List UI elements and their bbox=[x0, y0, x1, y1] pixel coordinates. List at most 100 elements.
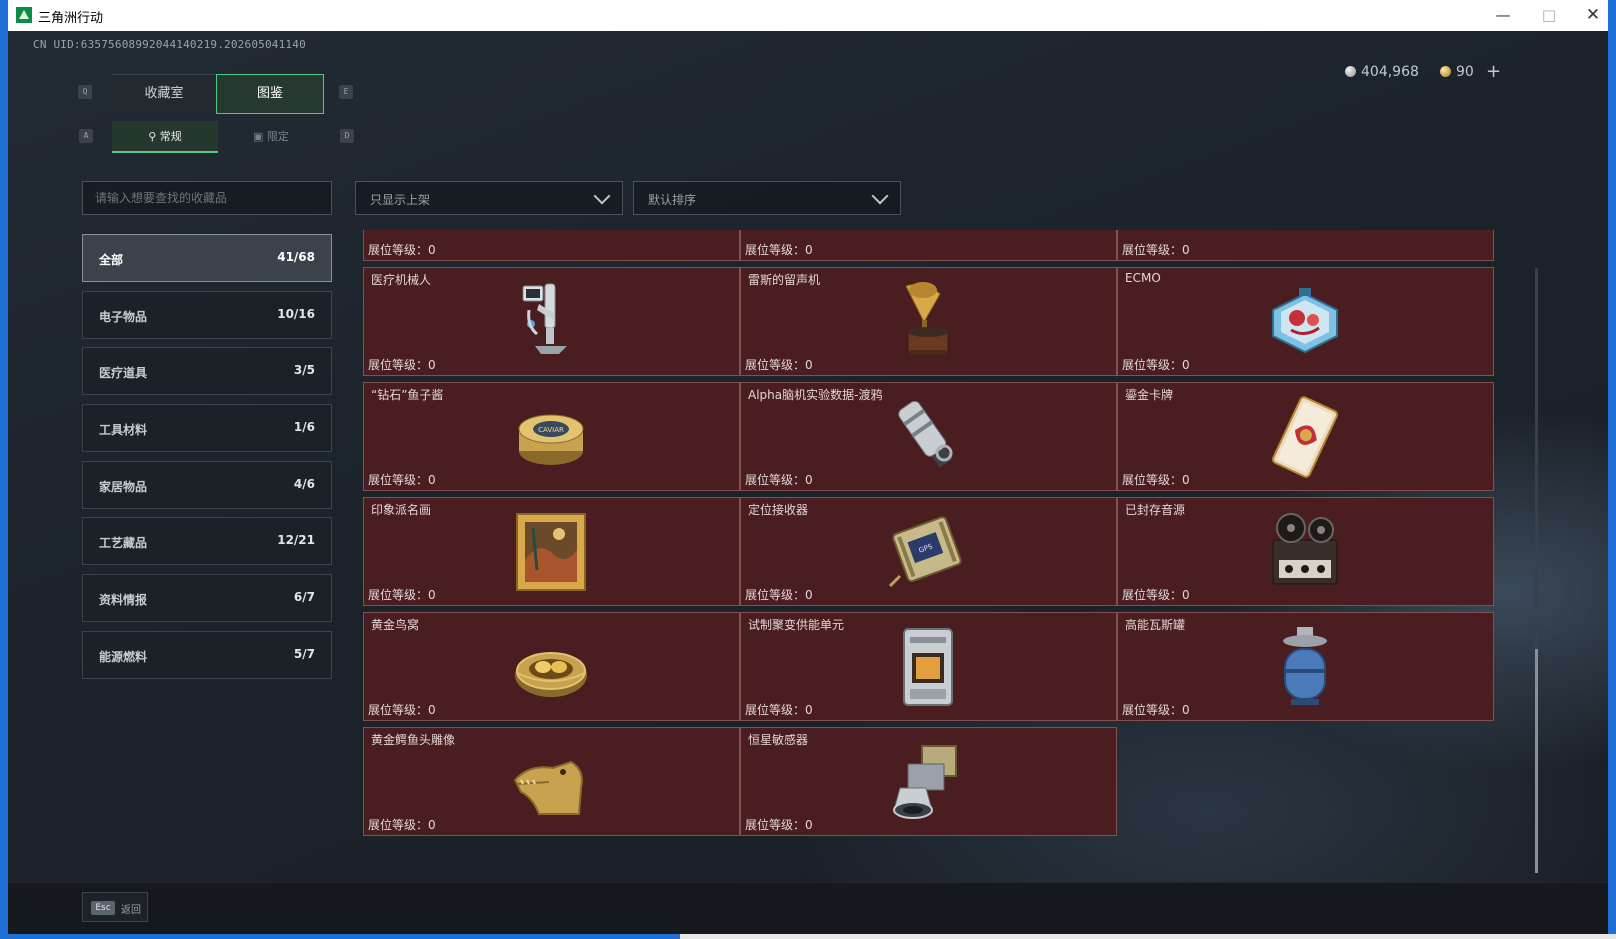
collection-card[interactable]: 展位等级：0 bbox=[1117, 230, 1494, 261]
back-label: 返回 bbox=[121, 905, 141, 916]
category-count: 1/6 bbox=[293, 420, 315, 434]
category-item[interactable]: 家居物品 4/6 bbox=[82, 461, 332, 509]
booth-level: 展位等级：0 bbox=[745, 358, 813, 372]
star-sensor-icon bbox=[886, 740, 970, 824]
category-name: 医疗道具 bbox=[99, 366, 148, 380]
gold-currency: 90 bbox=[1440, 64, 1474, 80]
key-hint-q: Q bbox=[78, 85, 92, 99]
subtab-normal[interactable]: ⚲ 常规 bbox=[112, 121, 218, 153]
limited-icon: ▣ bbox=[253, 130, 267, 143]
taskbar-strip bbox=[0, 934, 1616, 939]
maximize-button[interactable]: □ bbox=[1526, 0, 1572, 31]
shelf-filter-dropdown[interactable]: 只显示上架 bbox=[355, 181, 623, 215]
category-item[interactable]: 工艺藏品 12/21 bbox=[82, 517, 332, 565]
collection-screen: CN UID:635756089920441402​19.20260504114… bbox=[8, 31, 1608, 934]
silver-coin-icon bbox=[1345, 66, 1356, 77]
collection-card[interactable]: 医疗机械人 展位等级：0 bbox=[363, 267, 740, 376]
category-item[interactable]: 工具材料 1/6 bbox=[82, 404, 332, 452]
collection-card[interactable]: 黄金鳄鱼头雕像 展位等级：0 bbox=[363, 727, 740, 836]
booth-level: 展位等级：0 bbox=[368, 243, 436, 257]
gps-receiver-icon: GPS bbox=[886, 510, 970, 594]
gold-amount: 90 bbox=[1456, 64, 1474, 80]
category-count: 3/5 bbox=[293, 363, 315, 377]
category-count: 5/7 bbox=[293, 647, 315, 661]
partial-item-icon bbox=[1263, 230, 1347, 249]
category-item[interactable]: 医疗道具 3/5 bbox=[82, 347, 332, 395]
gramophone-icon bbox=[886, 280, 970, 364]
collection-card[interactable]: 雷斯的留声机 展位等级：0 bbox=[740, 267, 1117, 376]
category-name: 工艺藏品 bbox=[99, 536, 148, 550]
item-name: ECMO bbox=[1125, 271, 1161, 285]
minimize-button[interactable]: — bbox=[1480, 0, 1526, 31]
ecmo-icon bbox=[1263, 280, 1347, 364]
collection-card[interactable]: ECMO 展位等级：0 bbox=[1117, 267, 1494, 376]
collection-grid: 展位等级：0 展位等级：0 展位等级：0 医疗机械人 展位等级：0 雷斯的留声机 展位等级：… bbox=[363, 230, 1503, 879]
booth-level: 展位等级：0 bbox=[745, 243, 813, 257]
item-name: 黄金鸟窝 bbox=[371, 618, 420, 632]
tab-catalog[interactable]: 图鉴 bbox=[216, 74, 324, 114]
booth-level: 展位等级：0 bbox=[1122, 588, 1190, 602]
close-button[interactable]: ✕ bbox=[1570, 0, 1608, 31]
search-input[interactable] bbox=[82, 181, 332, 215]
collection-card[interactable]: 鎏金卡牌 展位等级：0 bbox=[1117, 382, 1494, 491]
category-name: 电子物品 bbox=[99, 310, 148, 324]
category-item[interactable]: 资料情报 6/7 bbox=[82, 574, 332, 622]
chevron-down-icon bbox=[871, 187, 889, 205]
booth-level: 展位等级：0 bbox=[368, 473, 436, 487]
tape-recorder-icon bbox=[1263, 510, 1347, 594]
croc-statue-icon bbox=[509, 740, 593, 824]
data-drive-icon bbox=[886, 395, 970, 479]
subtab-limited[interactable]: ▣ 限定 bbox=[218, 121, 324, 153]
key-hint-d: D bbox=[340, 129, 354, 143]
category-count: 10/16 bbox=[277, 307, 315, 321]
collection-card[interactable]: 恒星敏感器 展位等级：0 bbox=[740, 727, 1117, 836]
category-count: 12/21 bbox=[277, 533, 315, 547]
collection-card[interactable]: “钻石”鱼子酱 CAVIAR 展位等级：0 bbox=[363, 382, 740, 491]
back-button[interactable]: Esc 返回 bbox=[82, 892, 148, 922]
collection-card[interactable]: 印象派名画 展位等级：0 bbox=[363, 497, 740, 606]
shelf-filter-label: 只显示上架 bbox=[370, 193, 431, 207]
item-name: 高能瓦斯罐 bbox=[1125, 618, 1186, 632]
collection-card[interactable]: 已封存音源 展位等级：0 bbox=[1117, 497, 1494, 606]
grid-scroll-thumb[interactable] bbox=[1535, 649, 1538, 873]
silver-currency: 404,968 bbox=[1345, 64, 1419, 80]
tab-collection-room[interactable]: 收藏室 bbox=[111, 74, 217, 113]
subtab-normal-label: 常规 bbox=[159, 130, 182, 143]
collection-card[interactable]: 展位等级：0 bbox=[740, 230, 1117, 261]
category-item[interactable]: 能源燃料 5/7 bbox=[82, 631, 332, 679]
silver-amount: 404,968 bbox=[1361, 64, 1419, 80]
category-item[interactable]: 全部 41/68 bbox=[82, 234, 332, 282]
fusion-unit-icon bbox=[886, 625, 970, 709]
booth-level: 展位等级：0 bbox=[1122, 473, 1190, 487]
item-name: 恒星敏感器 bbox=[748, 733, 809, 747]
collection-card[interactable]: 高能瓦斯罐展位等级：0 bbox=[1117, 612, 1494, 721]
category-item[interactable]: 电子物品 10/16 bbox=[82, 291, 332, 339]
category-name: 家居物品 bbox=[99, 480, 148, 494]
collection-card[interactable]: 展位等级：0 bbox=[363, 230, 740, 261]
medical-robot-icon bbox=[509, 280, 593, 364]
booth-level: 展位等级：0 bbox=[368, 703, 436, 717]
item-name: 定位接收器 bbox=[748, 503, 809, 517]
normal-icon: ⚲ bbox=[148, 130, 160, 143]
gold-card-icon bbox=[1263, 395, 1347, 479]
sort-dropdown[interactable]: 默认排序 bbox=[633, 181, 901, 215]
app-logo-icon bbox=[16, 7, 32, 23]
booth-level: 展位等级：0 bbox=[1122, 703, 1190, 717]
item-name: “钻石”鱼子酱 bbox=[371, 388, 444, 402]
chevron-down-icon bbox=[593, 187, 611, 205]
add-currency-button[interactable]: + bbox=[1486, 61, 1501, 82]
booth-level: 展位等级：0 bbox=[368, 588, 436, 602]
booth-level: 展位等级：0 bbox=[368, 358, 436, 372]
collection-card[interactable]: 黄金鸟窝展位等级：0 bbox=[363, 612, 740, 721]
item-name: 黄金鳄鱼头雕像 bbox=[371, 733, 456, 747]
collection-card[interactable]: Alpha脑机实验数据-渡鸦 展位等级：0 bbox=[740, 382, 1117, 491]
category-count: 4/6 bbox=[293, 477, 315, 491]
title-bar: 三角洲行动 — □ ✕ bbox=[8, 0, 1608, 31]
booth-level: 展位等级：0 bbox=[745, 473, 813, 487]
golden-nest-icon bbox=[509, 625, 593, 709]
collection-card[interactable]: 试制聚变供能单元 展位等级：0 bbox=[740, 612, 1117, 721]
collection-card[interactable]: 定位接收器 GPS 展位等级：0 bbox=[740, 497, 1117, 606]
category-name: 工具材料 bbox=[99, 423, 148, 437]
booth-level: 展位等级：0 bbox=[368, 818, 436, 832]
category-count: 41/68 bbox=[277, 250, 315, 264]
